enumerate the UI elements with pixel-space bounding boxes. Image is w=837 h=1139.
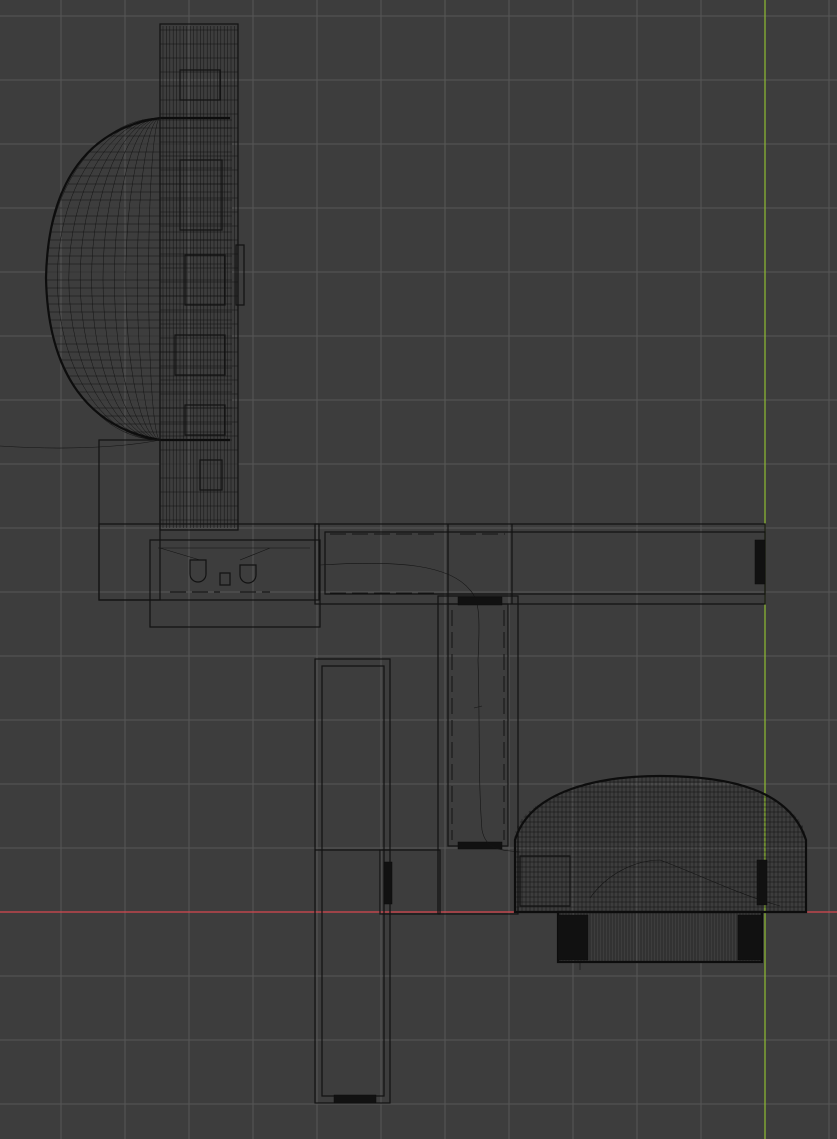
- grid-floor: [0, 0, 837, 1139]
- hall-inner: [447, 603, 509, 847]
- junction-bath: [149, 539, 321, 628]
- dome-se-door: [756, 859, 768, 906]
- junction-block[interactable]: [98, 439, 321, 628]
- corridor-ne-inner: [324, 531, 766, 595]
- wing-south[interactable]: [314, 658, 441, 1104]
- dome-se-room: [519, 855, 571, 907]
- tower-north-room-3: [184, 404, 226, 436]
- tower-north-bath: [179, 159, 223, 231]
- access-curve: [0, 439, 161, 449]
- hall-door-north: [457, 596, 503, 606]
- junction-tap: [219, 572, 231, 586]
- hall-curve: [477, 659, 521, 853]
- dome-south-east[interactable]: [513, 774, 808, 914]
- junction-vanity: [158, 547, 310, 561]
- dome-west[interactable]: [44, 116, 232, 442]
- wing-south-door-east: [383, 861, 393, 905]
- corridor-ne-curve: [319, 562, 480, 661]
- dome-west-meridian: [57, 117, 161, 441]
- 3d-viewport[interactable]: [0, 0, 837, 1139]
- hall-dashes: [451, 610, 505, 840]
- hall-mark: [473, 705, 483, 709]
- wing-south-outer: [314, 658, 391, 1104]
- rotunda-west-shade: [557, 914, 589, 961]
- rotunda-east-shade: [737, 914, 763, 961]
- wireframe-scene[interactable]: [0, 0, 837, 1139]
- dome-west-meridian: [79, 117, 161, 441]
- wing-south-inner: [321, 665, 385, 1097]
- wing-south-door-south: [333, 1094, 377, 1104]
- dome-west-chord: [160, 116, 230, 442]
- hall-outer: [437, 595, 519, 915]
- tower-north-hatching: [160, 26, 239, 528]
- rotunda-outline: [556, 910, 764, 964]
- dome-west-wires: [45, 117, 232, 441]
- junction-room: [98, 523, 320, 601]
- junction-fixtures: [189, 559, 257, 584]
- dome-west-meridian: [125, 117, 161, 441]
- rotunda-base[interactable]: [556, 910, 764, 970]
- dome-west-meridian: [148, 117, 161, 441]
- dome-west-meridian: [102, 117, 161, 441]
- corridor-central[interactable]: [437, 595, 521, 915]
- corridor-ne-door: [754, 539, 766, 585]
- tower-north[interactable]: [0, 23, 245, 531]
